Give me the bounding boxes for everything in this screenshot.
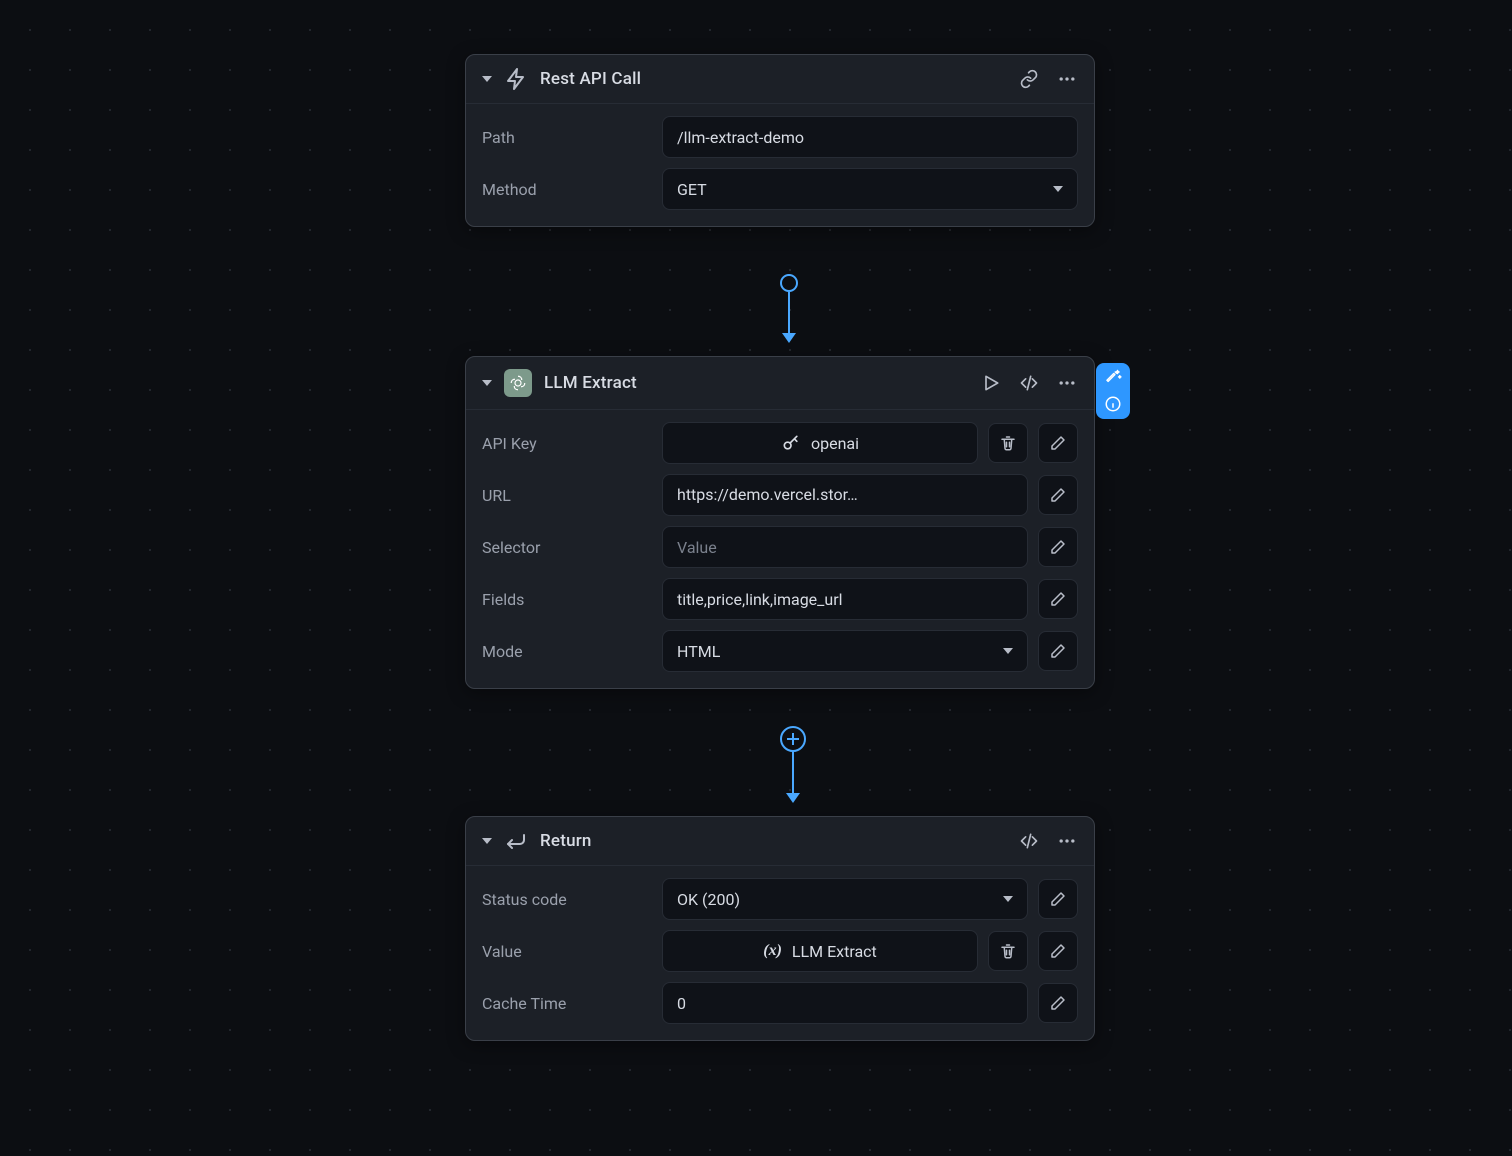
apikey-select[interactable]: openai	[662, 422, 978, 464]
fields-label: Fields	[482, 590, 652, 609]
field-row-apikey: API Key openai	[482, 422, 1078, 464]
field-row-url: URL https://demo.vercel.stor…	[482, 474, 1078, 516]
url-input[interactable]: https://demo.vercel.stor…	[662, 474, 1028, 516]
edit-button[interactable]	[1038, 931, 1078, 971]
edit-button[interactable]	[1038, 879, 1078, 919]
chevron-down-icon	[1003, 896, 1013, 902]
cache-input[interactable]: 0	[662, 982, 1028, 1024]
edit-button[interactable]	[1038, 579, 1078, 619]
pencil-icon	[1049, 486, 1067, 504]
pencil-icon	[1049, 538, 1067, 556]
node-header[interactable]: Rest API Call	[466, 55, 1094, 104]
url-label: URL	[482, 486, 652, 505]
play-icon[interactable]	[980, 372, 1002, 394]
field-row-cache: Cache Time 0	[482, 982, 1078, 1024]
code-icon[interactable]	[1018, 372, 1040, 394]
chevron-down-icon	[1003, 648, 1013, 654]
variable-icon: (x)	[763, 942, 782, 960]
connector	[780, 726, 806, 803]
path-label: Path	[482, 128, 652, 147]
pencil-icon	[1049, 590, 1067, 608]
connector	[780, 274, 798, 343]
connector-handle-icon[interactable]	[780, 274, 798, 292]
trash-icon	[999, 434, 1017, 452]
collapse-caret-icon[interactable]	[482, 76, 492, 82]
path-input[interactable]: /llm-extract-demo	[662, 116, 1078, 158]
arrow-down-icon	[782, 333, 796, 343]
cache-label: Cache Time	[482, 994, 652, 1013]
pencil-icon	[1049, 434, 1067, 452]
delete-button[interactable]	[988, 423, 1028, 463]
field-row-method: Method GET	[482, 168, 1078, 210]
info-icon[interactable]	[1104, 395, 1122, 413]
openai-logo-icon	[504, 369, 532, 397]
apikey-label: API Key	[482, 434, 652, 453]
field-row-status: Status code OK (200)	[482, 878, 1078, 920]
edit-button[interactable]	[1038, 527, 1078, 567]
edit-button[interactable]	[1038, 423, 1078, 463]
key-icon	[781, 433, 801, 453]
node-title: LLM Extract	[544, 373, 968, 393]
node-header[interactable]: Return	[466, 817, 1094, 866]
magic-wand-icon[interactable]	[1104, 369, 1122, 387]
pencil-icon	[1049, 642, 1067, 660]
add-node-button[interactable]	[780, 726, 806, 752]
status-label: Status code	[482, 890, 652, 909]
field-row-value: Value (x) LLM Extract	[482, 930, 1078, 972]
field-row-selector: Selector Value	[482, 526, 1078, 568]
pencil-icon	[1049, 890, 1067, 908]
value-label: Value	[482, 942, 652, 961]
arrow-down-icon	[786, 793, 800, 803]
more-menu-icon[interactable]	[1056, 830, 1078, 852]
fields-input[interactable]: title,price,link,image_url	[662, 578, 1028, 620]
status-select[interactable]: OK (200)	[662, 878, 1028, 920]
ai-side-actions[interactable]	[1096, 363, 1130, 419]
more-menu-icon[interactable]	[1056, 372, 1078, 394]
node-rest-api-call[interactable]: Rest API Call Path /llm-extract-demo Met…	[465, 54, 1095, 227]
node-return[interactable]: Return Status code OK (200)	[465, 816, 1095, 1041]
collapse-caret-icon[interactable]	[482, 838, 492, 844]
pencil-icon	[1049, 994, 1067, 1012]
edit-button[interactable]	[1038, 983, 1078, 1023]
edit-button[interactable]	[1038, 631, 1078, 671]
field-row-path: Path /llm-extract-demo	[482, 116, 1078, 158]
more-menu-icon[interactable]	[1056, 68, 1078, 90]
method-select[interactable]: GET	[662, 168, 1078, 210]
mode-select[interactable]: HTML	[662, 630, 1028, 672]
collapse-caret-icon[interactable]	[482, 380, 492, 386]
trash-icon	[999, 942, 1017, 960]
node-header[interactable]: LLM Extract	[466, 357, 1094, 410]
field-row-fields: Fields title,price,link,image_url	[482, 578, 1078, 620]
field-row-mode: Mode HTML	[482, 630, 1078, 672]
selector-label: Selector	[482, 538, 652, 557]
workflow-canvas[interactable]: Rest API Call Path /llm-extract-demo Met…	[0, 0, 1512, 1156]
return-icon	[504, 829, 528, 853]
method-label: Method	[482, 180, 652, 199]
node-llm-extract[interactable]: LLM Extract API Key openai	[465, 356, 1095, 689]
mode-label: Mode	[482, 642, 652, 661]
code-icon[interactable]	[1018, 830, 1040, 852]
node-title: Rest API Call	[540, 69, 1006, 89]
node-title: Return	[540, 831, 1006, 851]
link-icon[interactable]	[1018, 68, 1040, 90]
bolt-icon	[504, 67, 528, 91]
pencil-icon	[1049, 942, 1067, 960]
value-ref[interactable]: (x) LLM Extract	[662, 930, 978, 972]
chevron-down-icon	[1053, 186, 1063, 192]
delete-button[interactable]	[988, 931, 1028, 971]
edit-button[interactable]	[1038, 475, 1078, 515]
selector-input[interactable]: Value	[662, 526, 1028, 568]
